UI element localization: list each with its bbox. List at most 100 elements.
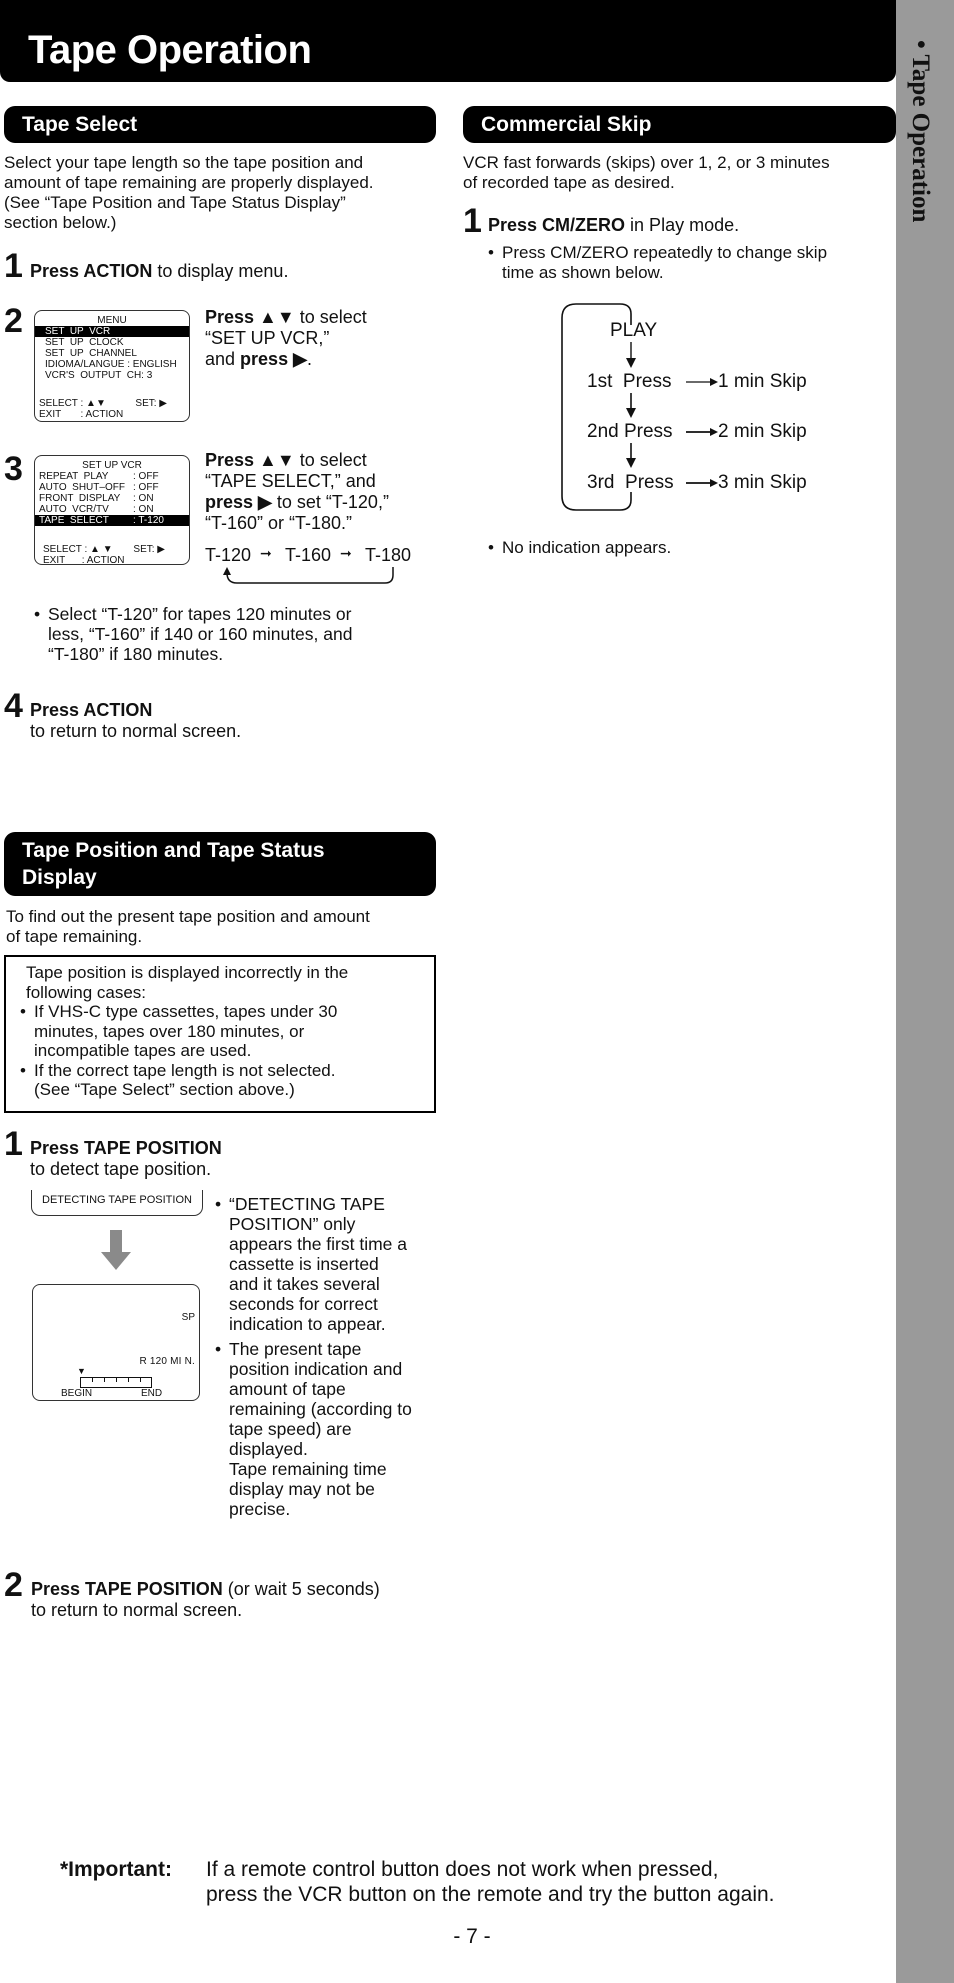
tape-select-step4: Press ACTION to return to normal screen. (30, 700, 241, 742)
osd-item-selected: SET UP VCR (35, 326, 189, 337)
tape-select-intro: Select your tape length so the tape posi… (4, 153, 436, 233)
osd-footer: SELECT : ▲▼ SET: ▶ (35, 398, 189, 409)
bullet-line: displayed. (229, 1439, 308, 1459)
important-label: *Important: (60, 1858, 172, 1881)
step-bold: Press ▲▼ (205, 450, 295, 470)
intro-line: To find out the present tape position an… (6, 907, 370, 926)
osd-item: AUTO SHUT–OFF: OFF (35, 482, 189, 493)
tape-position-screen: SP R 120 MI N. ▼ BEGIN END (32, 1284, 200, 1401)
flow-press-label: 1st Press (587, 371, 672, 392)
step-bold: Press CM/ZERO (488, 215, 626, 235)
tape-select-step3: Press ▲▼ to select “TAPE SELECT,” and pr… (205, 450, 389, 534)
section-heading-tape-position: Tape Position and Tape Status Display (4, 832, 436, 896)
osd-item-value: : T-120 (133, 515, 164, 526)
osd-title: SET UP VCR (82, 460, 142, 471)
bullet-line: cassette is inserted (229, 1254, 379, 1274)
step-text: “TAPE SELECT,” and (205, 471, 376, 491)
heading-line: Tape Position and Tape Status (22, 839, 325, 862)
osd-title: MENU (97, 315, 127, 326)
osd-item-value: : OFF (133, 471, 159, 482)
osd-select-hint: SELECT : ▲▼ (39, 398, 106, 409)
step-bold: press ▶ (240, 349, 307, 369)
osd-item: IDIOMA/LANGUE : ENGLISH (45, 359, 177, 370)
side-tab: • Tape Operation (896, 0, 954, 1983)
important-text: If a remote control button does not work… (206, 1857, 896, 1907)
bullet-item: • The present tape position indication a… (215, 1339, 440, 1519)
page-title: Tape Operation (28, 28, 312, 72)
osd-item-value: : OFF (133, 482, 159, 493)
bullet-icon: • (488, 243, 494, 262)
step-text: to return to normal screen. (30, 721, 242, 741)
bullet-line: display may not be (229, 1479, 375, 1499)
osd-item-label: REPEAT PLAY (39, 471, 109, 482)
tape-begin-label: BEGIN (61, 1388, 93, 1399)
osd-item: FRONT DISPLAY : ON (35, 493, 189, 504)
osd-item-value: : ON (133, 504, 154, 515)
osd-set-hint: SET: ▶ (133, 544, 165, 555)
osd-footer: EXIT : ACTION (35, 409, 189, 420)
osd-footer: SELECT : ▲ ▼ SET: ▶ (35, 544, 189, 555)
osd-item-label: AUTO VCR/TV (39, 504, 109, 515)
bullet-icon: • (20, 1002, 26, 1021)
flow-press-label: 3rd Press (587, 472, 674, 493)
osd-item-label: FRONT DISPLAY (39, 493, 121, 504)
step-bold: Press TAPE POSITION (30, 1138, 222, 1158)
arrow-right-icon: ➞ (340, 545, 352, 561)
tape-select-step1: Press ACTION to display menu. (30, 261, 288, 282)
step-bold: press ▶ (205, 492, 272, 512)
tape-position-step2: Press TAPE POSITION (or wait 5 seconds) … (31, 1579, 380, 1621)
flow-result-label: 3 min Skip (718, 472, 807, 493)
step-number: 1 (4, 1125, 23, 1163)
tape-remaining-readout: R 120 MI N. (139, 1356, 195, 1367)
bullet-line: time as shown below. (502, 263, 664, 282)
section-heading-tape-select: Tape Select (4, 106, 436, 143)
bullet-line: POSITION” only (229, 1214, 356, 1234)
bullet-line: position indication and (229, 1359, 403, 1379)
notice-bullet: • If VHS-C type cassettes, tapes under 3… (20, 1002, 424, 1061)
notice-line: (See “Tape Select” section above.) (34, 1080, 295, 1099)
section-heading-commercial-skip: Commercial Skip (463, 106, 896, 143)
notice-line: following cases: (26, 982, 147, 1002)
bullet-line: amount of tape (229, 1379, 346, 1399)
tape-position-intro: To find out the present tape position an… (6, 907, 436, 947)
step-text: to detect tape position. (30, 1159, 212, 1179)
notice-line: Tape position is displayed incorrectly i… (26, 963, 349, 982)
bullet-icon: • (34, 604, 41, 624)
bullet-line: and it takes several (229, 1274, 380, 1294)
intro-line: amount of tape remaining are properly di… (4, 173, 374, 192)
commercial-skip-step1: Press CM/ZERO in Play mode. (488, 215, 739, 236)
commercial-skip-note: • No indication appears. (488, 538, 888, 558)
cycle-option: T-180 (365, 545, 412, 565)
osd-setup-vcr-screen: SET UP VCR REPEAT PLAY : OFF AUTO SHUT–OF… (34, 455, 190, 566)
important-line: If a remote control button does not work… (206, 1858, 719, 1881)
tape-length-cycle: T-120 ➞ T-160 ➞ T-180 (205, 545, 425, 590)
tape-speed-indicator: SP (181, 1312, 195, 1323)
bullet-line: Press CM/ZERO repeatedly to change skip (502, 243, 828, 262)
step-bold: Press ACTION (30, 261, 153, 281)
step-text: to return to normal screen. (31, 1600, 243, 1620)
side-tab-label: • Tape Operation (907, 40, 934, 223)
note-line: “T-180” if 180 minutes. (48, 644, 224, 664)
bullet-icon: • (20, 1060, 26, 1080)
flow-start-label: PLAY (610, 320, 658, 341)
bullet-line: “DETECTING TAPE (229, 1194, 385, 1214)
tape-end-label: END (141, 1388, 163, 1399)
intro-line: of tape remaining. (6, 927, 143, 946)
tape-position-bullets: • “DETECTING TAPE POSITION” only appears… (215, 1194, 440, 1519)
osd-item-value: : ON (133, 493, 154, 504)
cycle-option: T-160 (285, 545, 332, 565)
osd-exit-hint: EXIT : ACTION (39, 409, 124, 420)
tape-position-step1: Press TAPE POSITION to detect tape posit… (30, 1138, 222, 1180)
bullet-item: • “DETECTING TAPE POSITION” only appears… (215, 1194, 440, 1334)
intro-line: VCR fast forwards (skips) over 1, 2, or … (463, 153, 830, 172)
cycle-option: T-120 (205, 545, 252, 565)
bullet-line: tape speed) are (229, 1419, 352, 1439)
osd-item: SET UP CHANNEL (45, 348, 137, 359)
notice-bullet: • If the correct tape length is not sele… (20, 1061, 424, 1100)
step-text: to select (294, 450, 367, 470)
osd-item-label: TAPE SELECT (39, 515, 109, 526)
tape-position-marker-icon: ▼ (77, 1366, 86, 1376)
step-text: “T-160” or “T-180.” (205, 513, 353, 533)
flow-result-label: 2 min Skip (718, 421, 807, 442)
return-arrow-icon (223, 567, 394, 584)
